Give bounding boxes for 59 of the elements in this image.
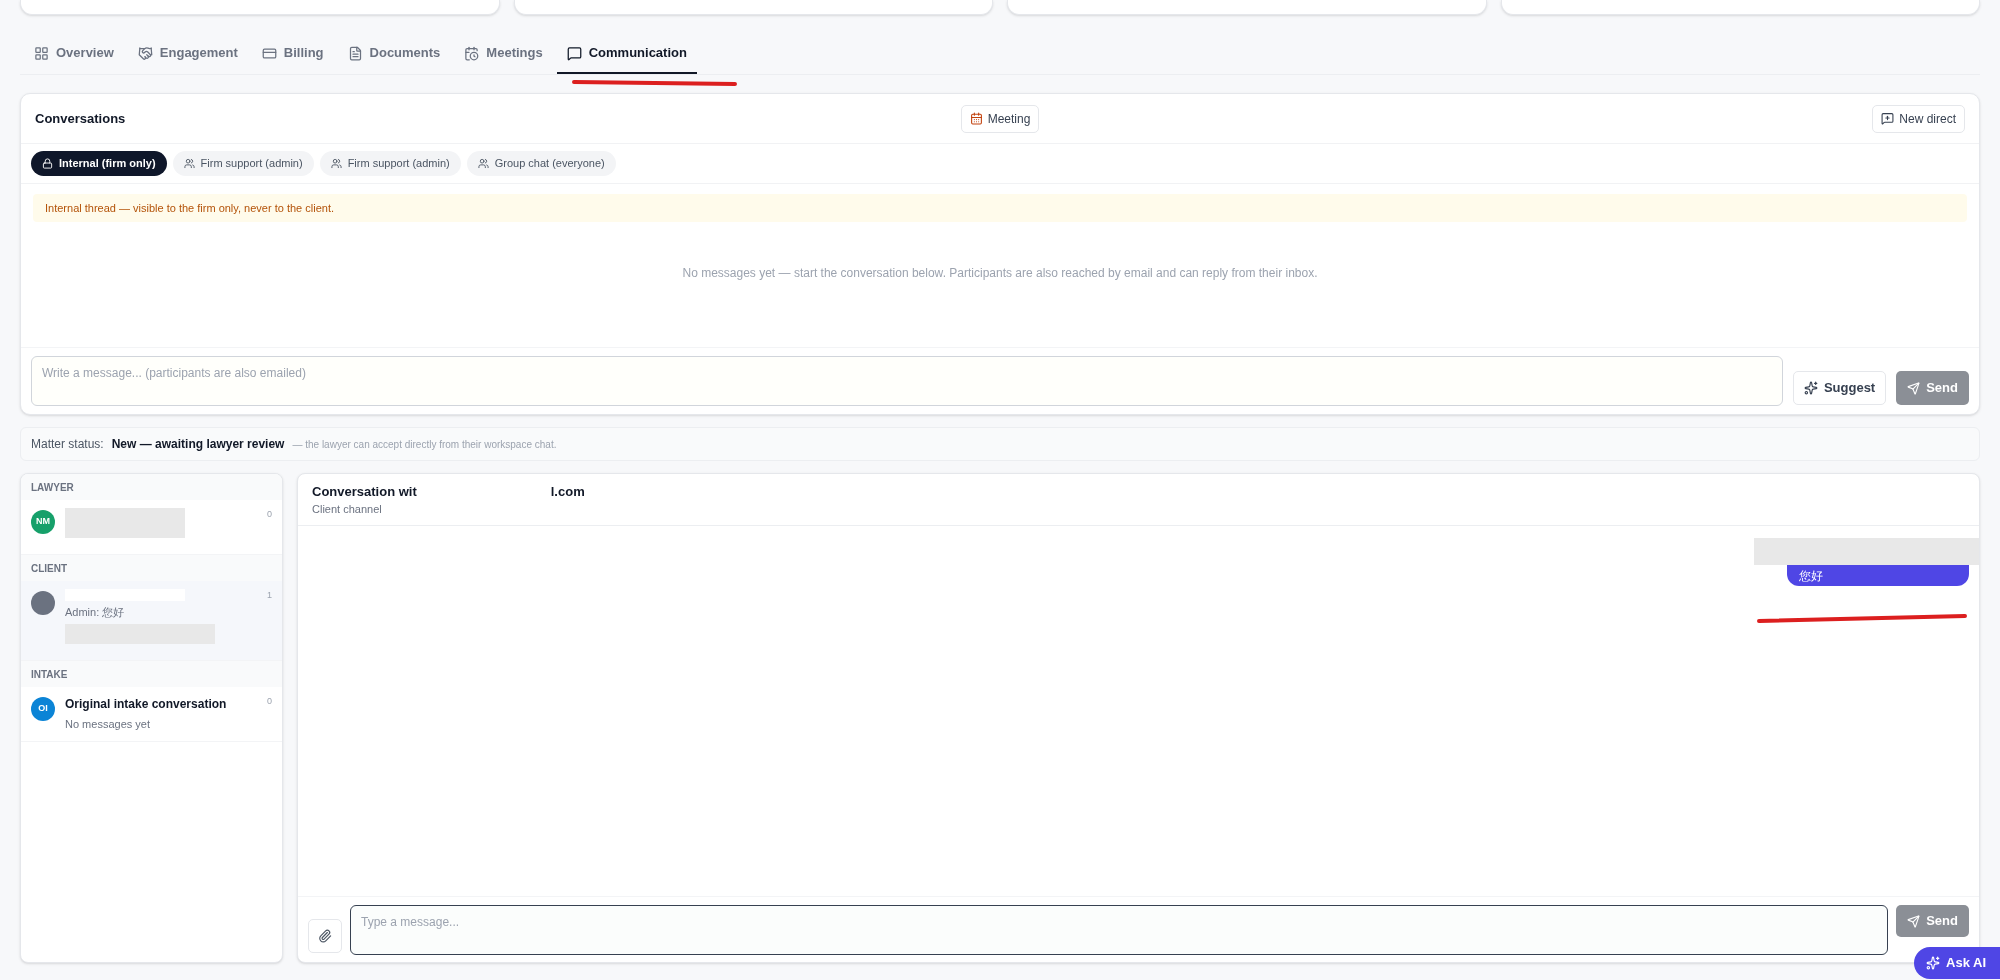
- group-heading: INTAKE: [31, 667, 68, 682]
- tab-icon: [464, 45, 480, 61]
- tab[interactable]: Overview: [24, 34, 124, 74]
- suggest-button[interactable]: Suggest: [1792, 371, 1887, 405]
- tab[interactable]: Billing: [251, 34, 334, 74]
- send-button[interactable]: Send: [1896, 905, 1969, 937]
- channel-pill[interactable]: Firm support (admin): [319, 151, 461, 176]
- conversation-item[interactable]: OI Original intake conversation No messages yet 0: [21, 687, 282, 742]
- avatar: OI: [31, 697, 55, 721]
- send-icon: [1907, 381, 1921, 395]
- message-count: 0: [267, 695, 272, 708]
- conversation-preview: Admin: 您好: [65, 605, 126, 620]
- chat-title: l.com: [550, 482, 585, 501]
- tab-icon: [347, 45, 363, 61]
- send-button[interactable]: Send: [1896, 371, 1969, 405]
- group-heading: LAWYER: [31, 480, 74, 495]
- empty-state-text: No messages yet — start the conversation below. Participants are also reached by email and can reply from their inbox.: [682, 264, 1318, 282]
- tab-icon: [34, 45, 49, 61]
- channel-pill[interactable]: Internal (firm only): [31, 151, 167, 176]
- sparkles-icon: [1926, 956, 1940, 970]
- ask-ai-button[interactable]: Ask AI: [1914, 947, 2000, 979]
- people-icon: [330, 158, 342, 169]
- conversation-item[interactable]: Admin: 您好 1: [21, 581, 282, 661]
- message-count: 1: [267, 589, 272, 602]
- tab[interactable]: Communication: [556, 34, 697, 74]
- message-count: 0: [267, 508, 272, 521]
- tab-icon: [566, 45, 582, 61]
- conversation-preview: No messages yet: [65, 717, 151, 732]
- conversation-item[interactable]: NM 0: [21, 500, 282, 555]
- new-direct-button[interactable]: New direct: [1872, 104, 1965, 133]
- tab[interactable]: Documents: [337, 34, 451, 74]
- chat-title: Conversation wit: [312, 482, 417, 501]
- paperclip-icon: [318, 928, 332, 943]
- status-note: — the lawyer can accept directly from their workspace chat.: [292, 437, 557, 452]
- notice-banner: Internal thread — visible to the firm only, never to the client.: [33, 194, 1967, 222]
- lock-icon: [42, 158, 53, 169]
- status-label: Matter status:: [31, 436, 104, 453]
- people-icon: [183, 158, 195, 169]
- panel-title: Conversations: [35, 109, 127, 128]
- new-message-icon: [1881, 112, 1895, 125]
- status-value: New — awaiting lawyer review: [111, 436, 285, 453]
- tab[interactable]: Meetings: [454, 34, 553, 74]
- calendar-icon: [969, 112, 983, 125]
- tab-icon: [137, 45, 153, 61]
- channel-pill[interactable]: Firm support (admin): [172, 151, 314, 176]
- sparkles-icon: [1803, 381, 1818, 395]
- chat-subtitle: Client channel: [312, 502, 383, 517]
- conversation-title: Original intake conversation: [65, 696, 228, 713]
- group-heading: CLIENT: [31, 561, 68, 576]
- attach-button[interactable]: [308, 918, 342, 953]
- people-icon: [477, 158, 489, 169]
- channel-pill[interactable]: Group chat (everyone): [466, 151, 616, 176]
- meeting-button[interactable]: Meeting: [960, 104, 1040, 133]
- tab[interactable]: Engagement: [127, 34, 248, 74]
- tab-icon: [261, 45, 277, 61]
- send-icon: [1907, 914, 1921, 928]
- avatar: NM: [31, 510, 55, 534]
- message-bubble: 您好: [1787, 565, 1969, 586]
- message-field[interactable]: Type a message...: [350, 904, 1889, 955]
